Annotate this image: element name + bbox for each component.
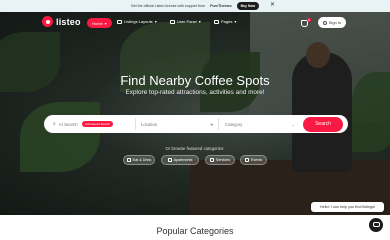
food-icon — [126, 158, 131, 162]
location-placeholder: Location — [141, 121, 158, 127]
logo-text: listeo — [56, 16, 81, 27]
gear-icon — [209, 158, 214, 162]
divider — [135, 118, 136, 130]
cart-icon[interactable]: 0 — [301, 18, 311, 27]
location-field[interactable]: Location ⌖ — [141, 115, 213, 133]
category-placeholder: Category — [225, 121, 243, 127]
buy-now-button[interactable]: Buy Now — [236, 2, 260, 10]
chevron-down-icon: ▾ — [154, 19, 157, 24]
category-label: Services — [215, 158, 231, 162]
category-select[interactable]: Category ⌄ — [225, 115, 295, 133]
pages-icon — [214, 19, 219, 24]
nav-item-label: Listings Layouts — [124, 19, 153, 24]
cart-count-badge: 0 — [307, 18, 311, 22]
category-label: Apartments — [173, 158, 193, 162]
category-apartments[interactable]: Apartments — [161, 155, 199, 165]
chevron-down-icon: ▾ — [198, 19, 201, 24]
close-icon[interactable]: ✕ — [270, 2, 275, 9]
chat-help-bubble[interactable]: Hello! I can help you find listings! — [311, 202, 384, 212]
chevron-down-icon: ⌄ — [291, 121, 295, 127]
location-pin-icon: ⌖ — [210, 121, 213, 127]
logo[interactable]: listeo — [42, 16, 81, 27]
chevron-down-icon: ▾ — [234, 19, 237, 24]
search-icon: ⌕ — [53, 121, 56, 127]
category-events[interactable]: Events — [240, 155, 267, 165]
sign-in-label: Sign In — [328, 20, 342, 25]
user-icon — [322, 20, 327, 25]
nav-item-user-panel[interactable]: User Panel ▾ — [170, 19, 201, 24]
hero-subtitle: Explore top-rated attractions, activitie… — [125, 89, 265, 96]
hero-title: Find Nearby Coffee Spots — [120, 73, 270, 88]
category-label: Eat & Drink — [132, 158, 152, 162]
popular-categories-title: Popular Categories — [156, 226, 234, 236]
keyword-field[interactable]: ⌕ AI Search AI-Powered Search — [53, 115, 113, 133]
nav-item-label: User Panel — [177, 19, 197, 24]
nav-item-listings-layouts[interactable]: Listings Layouts ▾ — [117, 19, 157, 24]
user-icon — [170, 19, 175, 24]
sign-in-button[interactable]: Sign In — [318, 17, 346, 28]
browse-intro: Or browse featured categories: — [165, 146, 225, 151]
search-bar: ⌕ AI Search AI-Powered Search Location ⌖… — [44, 115, 348, 133]
chevron-down-icon: ▾ — [104, 20, 107, 26]
nav-item-home[interactable]: Home ▾ — [87, 18, 112, 28]
promo-brand: PureThemes — [210, 4, 232, 8]
search-button[interactable]: Search — [303, 116, 343, 132]
building-icon — [167, 158, 172, 162]
nav-item-label: Home — [92, 20, 103, 26]
nav-item-label: Pages — [221, 19, 233, 24]
main-nav: listeo Home ▾ Listings Layouts ▾ User Pa… — [0, 14, 390, 34]
hero-overlay — [0, 12, 390, 215]
ai-badge: AI-Powered Search — [81, 120, 113, 128]
divider — [218, 118, 219, 130]
category-label: Events — [250, 158, 263, 162]
logo-mark-icon — [42, 16, 53, 27]
calendar-icon — [244, 158, 249, 162]
promo-text: Get the official Listeo license with sup… — [130, 4, 206, 8]
keyword-placeholder: AI Search — [58, 121, 78, 127]
category-eat-drink[interactable]: Eat & Drink — [123, 155, 155, 165]
category-services[interactable]: Services — [205, 155, 235, 165]
nav-item-pages[interactable]: Pages ▾ — [214, 19, 236, 24]
hero-background — [0, 12, 390, 215]
promo-bar: Get the official Listeo license with sup… — [0, 0, 390, 12]
list-icon — [117, 19, 122, 24]
